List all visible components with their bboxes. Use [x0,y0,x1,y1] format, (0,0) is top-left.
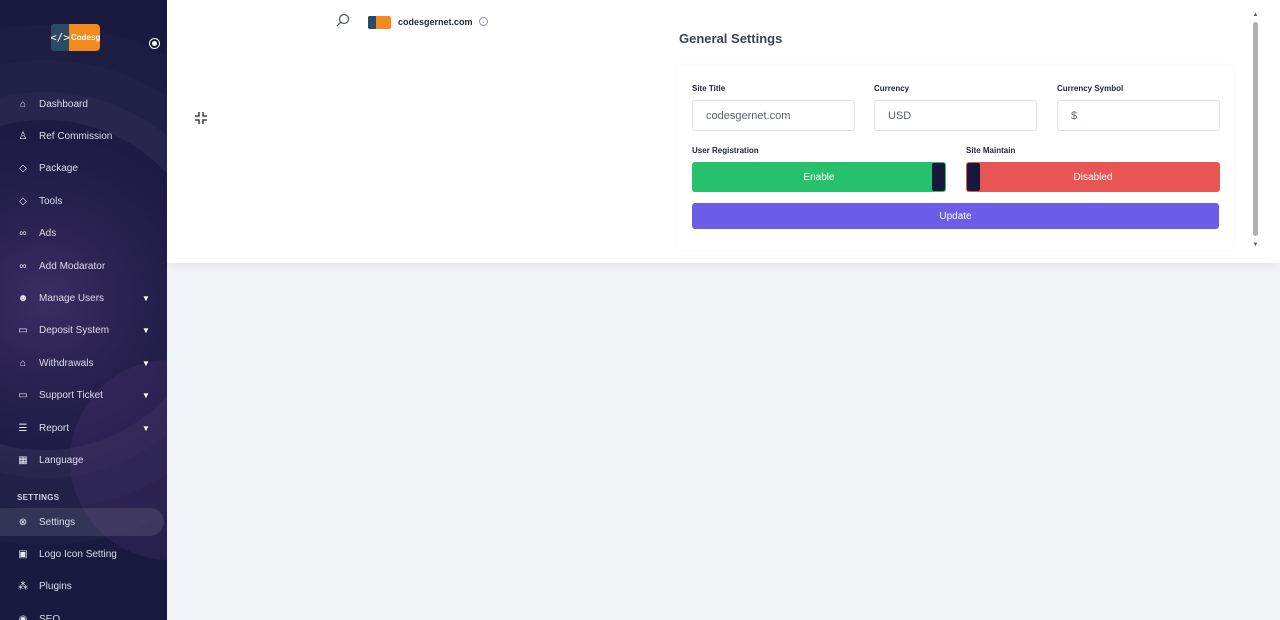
sidebar-item-tools[interactable]: ◇ Tools [0,187,164,215]
sidebar-item-withdrawals[interactable]: ⌂ Withdrawals ▼ [0,349,164,377]
brand-logo[interactable]: </> Codesger [51,24,100,51]
scroll-down-arrow-icon[interactable]: ▼ [1252,242,1259,248]
sidebar-item-label: Language [39,454,84,466]
site-maintain-toggle[interactable]: Disabled [966,162,1220,192]
sidebar-item-label: Plugins [39,581,72,593]
sidebar-item-label: Support Ticket [39,390,103,402]
sidebar-item-label: SEO [39,613,61,620]
bell-icon: ♙ [18,130,28,142]
chevron-down-icon[interactable]: ▼ [142,294,152,303]
sidebar-item-ref-commission[interactable]: ♙ Ref Commission [0,122,164,150]
compress-icon[interactable] [194,111,208,125]
chevron-down-icon[interactable]: ▼ [142,391,152,400]
sidebar-item-seo[interactable]: ◉ SEO [0,605,164,620]
seo-icon: ◉ [18,613,28,620]
tag-icon: ◇ [19,163,27,175]
sidebar-item-settings[interactable]: ⊗ Settings [0,508,164,536]
code-icon: </> [51,24,70,51]
sidebar-item-label: Withdrawals [39,357,94,369]
sidebar-item-label: Package [39,163,78,175]
chevron-down-icon[interactable]: ▼ [142,326,152,335]
sidebar-item-label: Logo Icon Setting [39,548,117,560]
link-icon: ∞ [19,260,27,272]
sidebar-item-package[interactable]: ◇ Package [0,155,164,183]
currency-label: Currency [874,84,910,93]
toggle-handle[interactable] [932,163,945,191]
currency-symbol-input[interactable] [1057,100,1220,131]
search-icon[interactable] [336,13,350,27]
sidebar-item-add-modarator[interactable]: ∞ Add Modarator [0,252,164,280]
user-registration-toggle[interactable]: Enable [692,162,946,192]
page-title: General Settings [679,31,783,46]
tag-icon: ◇ [19,195,27,207]
users-icon: ☻ [17,292,29,304]
site-maintain-label: Site Maintain [966,146,1016,155]
currency-input[interactable] [874,100,1037,131]
sidebar-item-label: Settings [39,516,76,528]
sidebar-item-label: Add Modarator [39,260,106,272]
settings-form-card: Site Title Currency Currency Symbol User… [677,66,1233,250]
sidebar-item-logo-icon-setting[interactable]: ▣ Logo Icon Setting [0,540,164,568]
credit-card-icon: ▭ [18,325,28,337]
brand-logo-text: Codesger [71,33,100,42]
site-name[interactable]: codesgernet.com [398,17,473,27]
sidebar-item-manage-users[interactable]: ☻ Manage Users ▼ [0,284,164,312]
user-registration-state: Enable [803,171,835,183]
scrollbar[interactable]: ▲ ▼ [1252,12,1259,252]
sidebar-item-label: Deposit System [39,325,110,337]
scroll-up-arrow-icon[interactable]: ▲ [1252,12,1259,18]
sidebar-toggle-icon[interactable] [149,38,160,49]
site-title-input[interactable] [692,100,855,131]
sidebar-item-label: Dashboard [39,98,88,110]
sidebar-item-plugins[interactable]: ⁂ Plugins [0,573,164,601]
user-registration-label: User Registration [692,146,759,155]
chevron-down-icon[interactable]: ⌄ [479,17,488,26]
settings-icon: ⊗ [18,516,28,528]
update-button[interactable]: Update [692,203,1219,229]
sidebar-item-label: Ads [39,228,57,240]
sidebar-item-label: Ref Commission [39,130,113,142]
sidebar-item-support-ticket[interactable]: ▭ Support Ticket ▼ [0,382,164,410]
sidebar-section-title: SETTINGS [17,493,60,502]
chevron-down-icon[interactable]: ▼ [142,359,152,368]
bank-icon: ⌂ [19,357,27,369]
scrollbar-thumb[interactable] [1253,22,1258,236]
sidebar-item-language[interactable]: ▦ Language [0,446,164,474]
link-icon: ∞ [19,228,27,240]
plugins-icon: ⁂ [18,581,28,593]
sidebar-item-label: Report [39,422,70,434]
language-icon: ▦ [18,454,28,466]
sidebar-item-dashboard[interactable]: ⌂ Dashboard [0,90,164,118]
home-icon: ⌂ [19,98,27,110]
toggle-handle[interactable] [967,163,980,191]
chevron-down-icon[interactable]: ▼ [142,424,152,433]
site-maintain-state: Disabled [1073,171,1113,183]
sidebar-item-label: Tools [39,195,63,207]
sidebar-item-report[interactable]: ☰ Report ▼ [0,414,164,442]
sidebar-item-label: Manage Users [39,292,105,304]
sidebar-item-ads[interactable]: ∞ Ads [0,220,164,248]
currency-symbol-label: Currency Symbol [1057,84,1124,93]
ticket-icon: ▭ [18,390,28,402]
sidebar-item-deposit-system[interactable]: ▭ Deposit System ▼ [0,317,164,345]
image-icon: ▣ [18,548,28,560]
site-logo-badge[interactable] [368,16,391,29]
sidebar: </> Codesger ⌂ Dashboard ♙ Ref Commission ◇ P… [0,0,167,620]
main-panel: codesgernet.com ⌄ General Settings Site … [167,0,1280,263]
list-icon: ☰ [18,422,28,434]
site-title-label: Site Title [692,84,726,93]
